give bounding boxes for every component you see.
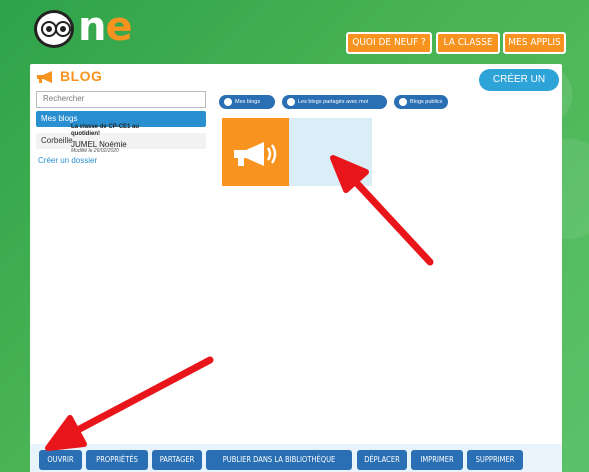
globe-icon <box>399 98 407 106</box>
filter-label: Blogs publics <box>410 99 443 105</box>
panda-face-icon <box>34 10 74 48</box>
create-blog-button[interactable]: CRÉER UN BLOG <box>479 69 559 107</box>
nav-quoi-de-neuf-button[interactable]: QUOI DE NEUF ? <box>346 32 432 54</box>
nav-la-classe-button[interactable]: LA CLASSE <box>436 32 500 54</box>
megaphone-icon <box>234 142 277 166</box>
filter-mes-blogs-button[interactable]: Mes blogs <box>219 95 275 109</box>
blog-card-title: La classe de CP-CE1 au quotidien! <box>71 124 140 137</box>
search-input[interactable]: Rechercher <box>36 91 206 108</box>
filter-label: Mes blogs <box>235 99 261 105</box>
move-button[interactable]: DÉPLACER <box>357 450 407 470</box>
share-button[interactable]: PARTAGER <box>152 450 202 470</box>
properties-button[interactable]: PROPRIÉTÉS <box>86 450 148 470</box>
share-icon <box>287 98 295 106</box>
filter-shared-blogs-button[interactable]: Les blogs partagés avec moi <box>282 95 387 109</box>
logo-text: ne <box>78 4 133 50</box>
one-logo[interactable]: ne <box>34 4 164 50</box>
megaphone-icon <box>37 71 52 83</box>
blog-thumbnail <box>222 118 289 186</box>
filter-label: Les blogs partagés avec moi <box>298 99 369 105</box>
publish-library-button[interactable]: PUBLIER DANS LA BIBLIOTHÈQUE <box>206 450 352 470</box>
blog-card-info <box>289 118 372 186</box>
open-button[interactable]: OUVRIR <box>39 450 82 470</box>
create-folder-link[interactable]: Créer un dossier <box>38 156 97 165</box>
user-icon <box>224 98 232 106</box>
page-title-text: BLOG <box>60 68 103 84</box>
delete-button[interactable]: SUPPRIMER <box>467 450 523 470</box>
print-button[interactable]: IMPRIMER <box>411 450 463 470</box>
blog-card-modified-date: Modifié le 26/02/2020 <box>71 148 119 154</box>
filter-public-blogs-button[interactable]: Blogs publics <box>394 95 448 109</box>
blog-card[interactable] <box>222 118 372 186</box>
nav-mes-applis-button[interactable]: MES APPLIS <box>503 32 566 54</box>
